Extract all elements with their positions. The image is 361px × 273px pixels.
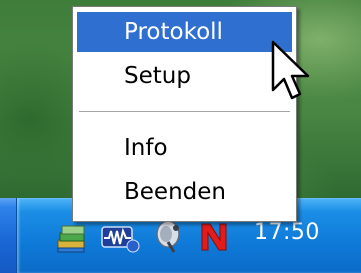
red-n-icon[interactable] bbox=[198, 218, 230, 258]
satellite-dish-icon[interactable] bbox=[150, 218, 186, 258]
menu-item-protokoll[interactable]: Protokoll bbox=[77, 12, 292, 52]
arrow-cursor-icon bbox=[270, 40, 320, 110]
menu-separator bbox=[79, 111, 290, 113]
system-clock[interactable]: 17:50 bbox=[254, 220, 320, 245]
stacked-books-icon[interactable] bbox=[54, 218, 90, 258]
menu-item-beenden[interactable]: Beenden bbox=[77, 172, 292, 212]
menu-item-setup[interactable]: Setup bbox=[77, 56, 292, 96]
network-signal-icon[interactable] bbox=[98, 218, 140, 258]
tray-context-menu: Protokoll Setup Info Beenden bbox=[72, 6, 297, 222]
menu-item-info[interactable]: Info bbox=[77, 128, 292, 168]
